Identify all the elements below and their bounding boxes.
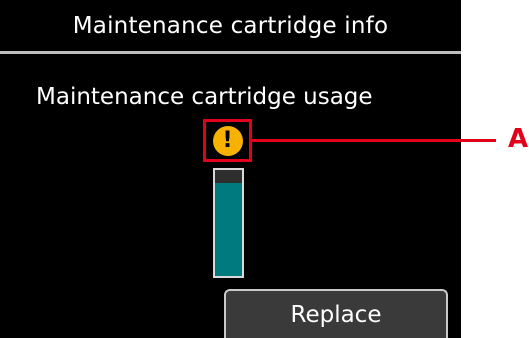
callout-label: A [508,124,529,154]
title-bar: Maintenance cartridge info [0,0,461,54]
usage-label: Maintenance cartridge usage [36,84,373,110]
usage-gauge [213,168,244,278]
usage-gauge-fill [215,182,242,276]
exclamation-warning-icon: ! [212,125,243,156]
replace-button[interactable]: Replace [224,289,448,338]
replace-button-label: Replace [290,301,382,328]
page-title: Maintenance cartridge info [72,12,389,39]
printer-screen: Maintenance cartridge info Maintenance c… [0,0,461,338]
callout-line [252,139,496,142]
warning-highlight-box: ! [203,119,252,162]
